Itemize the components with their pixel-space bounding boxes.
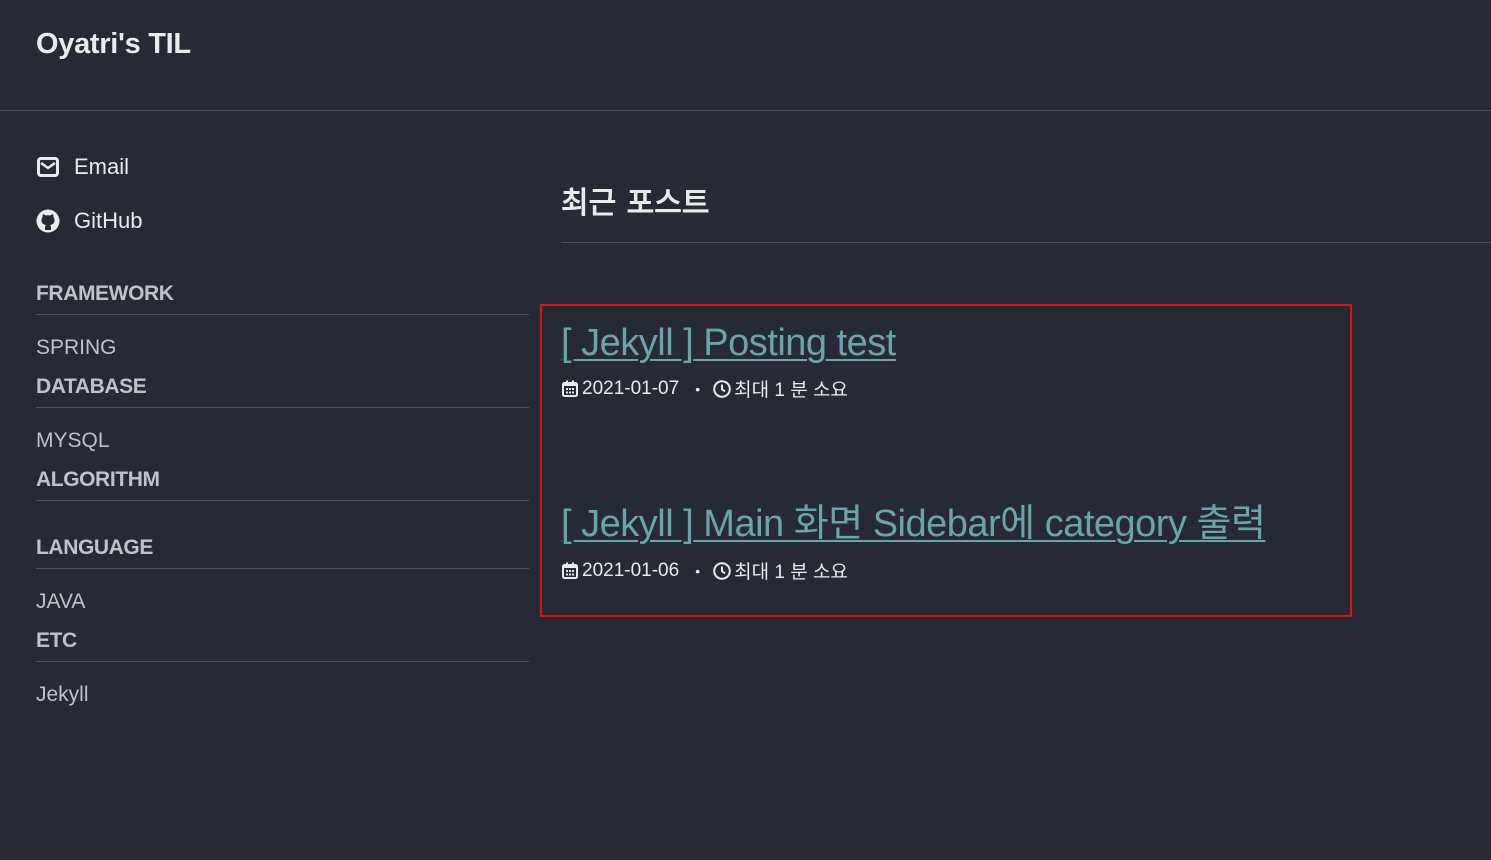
category-nav: FRAMEWORK SPRING DATABASE MYSQL ALGORITH… xyxy=(36,274,529,714)
post-title-link[interactable]: [ Jekyll ] Posting test xyxy=(561,322,896,365)
page-title: 최근 포스트 xyxy=(561,178,1491,243)
nav-category-etc: ETC xyxy=(36,621,529,662)
post-meta: 2021-01-07 • 최대 1 분 소요 xyxy=(561,375,896,402)
meta-separator: • xyxy=(695,380,701,397)
site-title[interactable]: Oyatri's TIL xyxy=(36,28,191,61)
post-date: 2021-01-06 xyxy=(582,559,680,581)
post-read-time: 최대 1 분 소요 xyxy=(734,380,848,401)
post-meta: 2021-01-06 • 최대 1 분 소요 xyxy=(561,557,1265,584)
nav-category-language: LANGUAGE xyxy=(36,528,529,569)
nav-item-java[interactable]: JAVA xyxy=(36,569,529,621)
post-item: [ Jekyll ] Posting test 2021-01-07 • 최대 … xyxy=(561,322,896,402)
sidebar: Email GitHub FRAMEWORK SPRING DATABASE M… xyxy=(36,140,529,714)
clock-icon xyxy=(713,379,731,398)
github-label: GitHub xyxy=(74,208,143,233)
calendar-icon xyxy=(561,380,579,398)
nav-category-database: DATABASE xyxy=(36,367,529,408)
post-read-time: 최대 1 분 소요 xyxy=(734,562,848,583)
clock-icon xyxy=(713,561,731,580)
email-label: Email xyxy=(74,154,130,179)
nav-item-mysql[interactable]: MYSQL xyxy=(36,408,529,460)
email-link[interactable]: Email xyxy=(36,140,529,194)
github-link[interactable]: GitHub xyxy=(36,194,529,248)
nav-category-framework: FRAMEWORK xyxy=(36,274,529,315)
envelope-icon xyxy=(36,155,60,179)
nav-item-spring[interactable]: SPRING xyxy=(36,315,529,367)
masthead: Oyatri's TIL xyxy=(0,0,1491,111)
nav-category-algorithm: ALGORITHM xyxy=(36,460,529,501)
github-icon xyxy=(36,209,60,233)
post-title-link[interactable]: [ Jekyll ] Main 화면 Sidebar에 category 출력 xyxy=(561,492,1266,547)
calendar-icon xyxy=(561,562,579,580)
nav-item-jekyll[interactable]: Jekyll xyxy=(36,662,529,714)
meta-separator: • xyxy=(695,562,701,579)
main-content: 최근 포스트 xyxy=(561,178,1491,243)
post-item: [ Jekyll ] Main 화면 Sidebar에 category 출력 … xyxy=(561,492,1266,584)
post-date: 2021-01-07 xyxy=(582,377,680,399)
